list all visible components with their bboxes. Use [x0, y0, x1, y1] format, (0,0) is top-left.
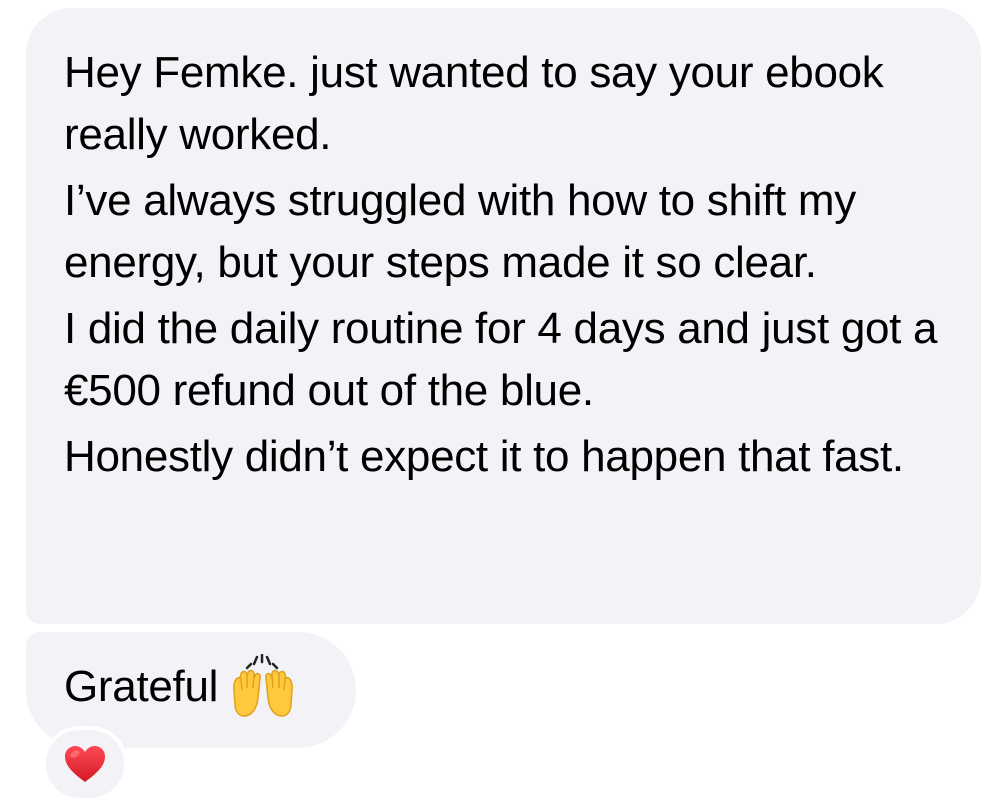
red-heart-icon [65, 746, 105, 782]
message-paragraph: I did the daily routine for 4 days and j… [64, 304, 938, 415]
message-text: Grateful [64, 662, 219, 711]
message-paragraph: Honestly didn’t expect it to happen that… [64, 432, 904, 481]
message-paragraph: I’ve always struggled with how to shift … [64, 176, 856, 287]
message-content: Grateful [64, 653, 296, 720]
message-bubble[interactable]: Hey Femke. just wanted to say your ebook… [26, 8, 981, 624]
reaction-badge[interactable] [42, 726, 128, 802]
raising-hands-icon [230, 653, 296, 720]
message-paragraph: Hey Femke. just wanted to say your ebook… [64, 48, 884, 159]
